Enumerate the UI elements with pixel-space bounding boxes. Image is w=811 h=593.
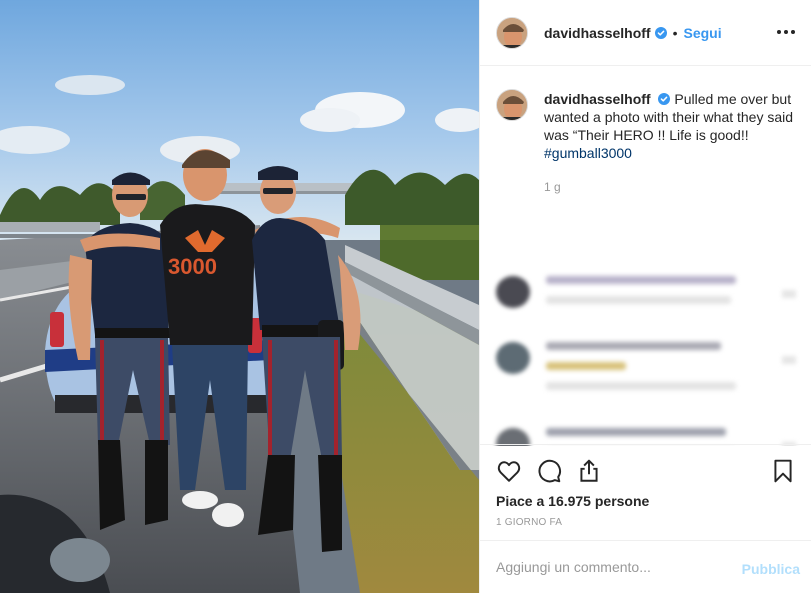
publish-button[interactable]: Pubblica	[742, 561, 800, 577]
caption-hashtag[interactable]: #gumball3000	[544, 145, 632, 161]
post-actions: Piace a 16.975 persone 1 GIORNO FA	[480, 444, 811, 528]
verified-badge-icon	[654, 26, 667, 39]
heart-icon[interactable]	[496, 458, 522, 484]
post-side-panel: davidhasselhoff • Segui davidhasselhoff	[479, 0, 811, 593]
bookmark-icon[interactable]	[770, 458, 796, 484]
share-icon[interactable]	[576, 458, 602, 484]
list-item	[496, 276, 796, 316]
caption-age: 1 g	[544, 180, 561, 194]
separator-dot: •	[672, 24, 678, 41]
caption-avatar[interactable]	[496, 89, 528, 121]
list-item	[496, 342, 796, 402]
author-username[interactable]: davidhasselhoff	[544, 25, 651, 41]
post-header: davidhasselhoff • Segui	[480, 0, 811, 66]
comment-like-icon[interactable]	[782, 290, 796, 298]
add-comment-bar: Pubblica	[480, 540, 811, 593]
more-options-icon[interactable]	[777, 24, 795, 40]
caption: davidhasselhoff Pulled me over but wante…	[480, 66, 811, 196]
post-timestamp[interactable]: 1 GIORNO FA	[496, 517, 796, 528]
author-avatar[interactable]	[496, 16, 528, 49]
follow-button[interactable]: Segui	[684, 25, 722, 41]
shirt-print: 3000	[168, 254, 217, 279]
comment-like-icon[interactable]	[782, 356, 796, 364]
verified-badge-icon	[658, 93, 671, 105]
blurred-avatar	[496, 342, 530, 374]
photo-illustration: 3000	[0, 0, 479, 593]
comment-icon[interactable]	[536, 458, 562, 484]
comments-scroll-area[interactable]: davidhasselhoff Pulled me over but wante…	[480, 66, 811, 446]
comment-list	[496, 276, 796, 446]
caption-text-block: davidhasselhoff Pulled me over but wante…	[544, 90, 794, 196]
blurred-avatar	[496, 276, 530, 308]
comment-input[interactable]	[496, 559, 736, 575]
post-photo[interactable]: 3000	[0, 0, 479, 593]
caption-username[interactable]: davidhasselhoff	[544, 91, 651, 107]
action-icons-row	[496, 445, 796, 497]
